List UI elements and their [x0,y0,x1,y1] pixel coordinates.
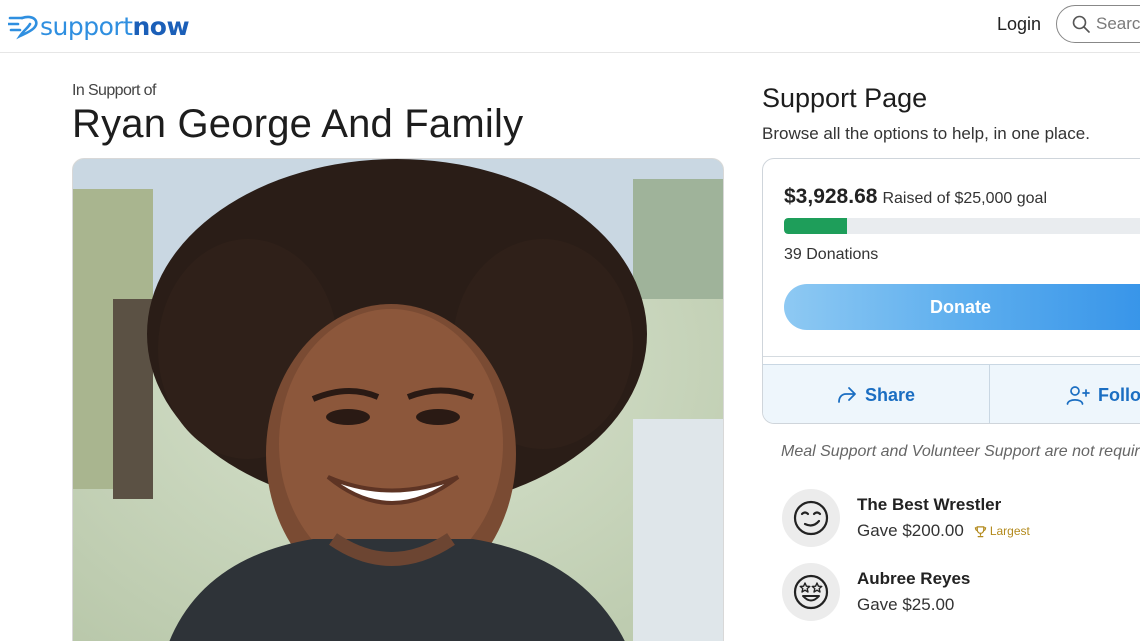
add-user-icon [1066,386,1090,405]
donor-avatar [782,563,840,621]
donor-gift-amount: Gave $25.00 [857,595,955,614]
smirk-face-icon [793,500,829,536]
donations-count: 39 Donations [784,246,879,263]
share-icon [838,387,856,403]
page-title: Ryan George And Family [72,102,524,146]
search-icon [1072,15,1090,33]
follow-label: Follow [1098,384,1140,405]
share-button[interactable]: Share [763,365,990,423]
donor-gift-row: Gave $25.00 [857,595,970,615]
card-actions: Share Follow [763,364,1140,423]
donor-gift-row: Gave $200.00 Largest [857,521,1030,541]
supportnow-logo[interactable]: supportnow [8,10,190,42]
progress-bar [784,218,1140,234]
raised-summary: $3,928.68 Raised of $25,000 goal [784,185,1047,209]
logo-word-support: support [40,11,133,41]
support-page-subtitle: Browse all the options to help, in one p… [762,124,1090,143]
largest-badge: Largest [974,524,1030,538]
logo-wordmark: supportnow [40,11,190,41]
fundraiser-photo [72,158,724,641]
support-note: Meal Support and Volunteer Support are n… [781,443,1140,460]
donor-avatar [782,489,840,547]
logo-word-now: now [132,11,190,41]
support-page-title: Support Page [762,83,928,113]
star-eyes-face-icon [793,574,829,610]
search-input[interactable]: Search [1056,5,1140,43]
top-nav: supportnow Login Search [0,0,1140,53]
donor-name: The Best Wrestler [857,495,1002,514]
share-label: Share [864,384,916,405]
search-placeholder: Search [1096,14,1140,33]
raised-amount: $3,928.68 [784,185,878,208]
donor-name: Aubree Reyes [857,569,971,588]
raised-goal-text: Raised of $25,000 goal [882,190,1048,207]
fundraiser-eyebrow: In Support of [72,82,156,99]
donor-item: The Best Wrestler Gave $200.00 Largest [782,489,1030,547]
login-link[interactable]: Login [997,14,1041,35]
donor-info: Aubree Reyes Gave $25.00 [857,563,970,615]
donation-card: $3,928.68 Raised of $25,000 goal 39 Dona… [762,158,1140,424]
portrait-image [73,159,723,641]
donor-item: Aubree Reyes Gave $25.00 [782,563,970,621]
trophy-icon [974,525,986,537]
donor-gift-amount: Gave $200.00 [857,521,964,540]
logo-icon [8,15,38,40]
largest-label: Largest [989,524,1030,538]
card-divider [763,356,1140,357]
donor-info: The Best Wrestler Gave $200.00 Largest [857,489,1030,541]
donate-button[interactable]: Donate [784,284,1140,330]
progress-bar-fill [784,218,847,234]
follow-button[interactable]: Follow [990,365,1140,423]
